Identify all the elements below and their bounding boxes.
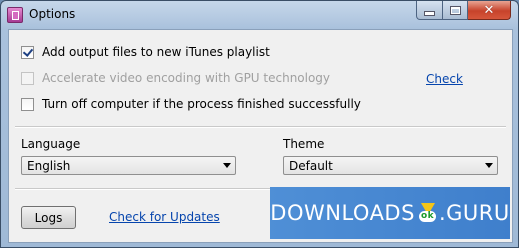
maximize-icon [449, 5, 461, 15]
title-bar[interactable]: Options ✕ [1, 1, 518, 27]
caption-buttons: ✕ [416, 1, 511, 20]
watermark-text-left: DOWNLOADS [270, 201, 415, 225]
close-button[interactable]: ✕ [468, 1, 511, 20]
language-value: English [27, 159, 71, 173]
chevron-down-icon [485, 163, 493, 168]
app-icon [7, 7, 23, 23]
gpu-acceleration-label: Accelerate video encoding with GPU techn… [42, 71, 331, 85]
turn-off-computer-label: Turn off computer if the process finishe… [42, 97, 361, 111]
option-itunes-playlist[interactable]: Add output files to new iTunes playlist [21, 44, 270, 60]
downloads-guru-watermark: DOWNLOADS ok .GURU [270, 187, 510, 239]
itunes-playlist-label: Add output files to new iTunes playlist [42, 45, 270, 59]
divider [15, 126, 506, 128]
options-window: Options ✕ Add output files to new iTunes… [0, 0, 519, 248]
window-title: Options [29, 7, 76, 21]
chevron-down-icon [223, 163, 231, 168]
minimize-icon [424, 10, 435, 16]
language-select[interactable]: English [21, 156, 236, 175]
gpu-acceleration-checkbox [21, 71, 34, 85]
maximize-button[interactable] [443, 1, 468, 20]
option-turn-off-computer[interactable]: Turn off computer if the process finishe… [21, 96, 361, 112]
check-for-updates-link[interactable]: Check for Updates [109, 210, 220, 224]
turn-off-computer-checkbox[interactable] [21, 97, 34, 111]
option-gpu-acceleration: Accelerate video encoding with GPU techn… [21, 70, 330, 86]
theme-label: Theme [283, 137, 325, 151]
logs-button[interactable]: Logs [21, 206, 76, 229]
download-arrow-icon: ok [417, 203, 437, 223]
itunes-playlist-checkbox[interactable] [21, 45, 34, 59]
theme-value: Default [289, 159, 333, 173]
close-icon: ✕ [483, 2, 495, 18]
theme-select[interactable]: Default [283, 156, 498, 175]
language-label: Language [21, 137, 81, 151]
watermark-text-right: .GURU [438, 201, 510, 225]
check-gpu-link[interactable]: Check [426, 72, 463, 86]
minimize-button[interactable] [416, 1, 443, 20]
